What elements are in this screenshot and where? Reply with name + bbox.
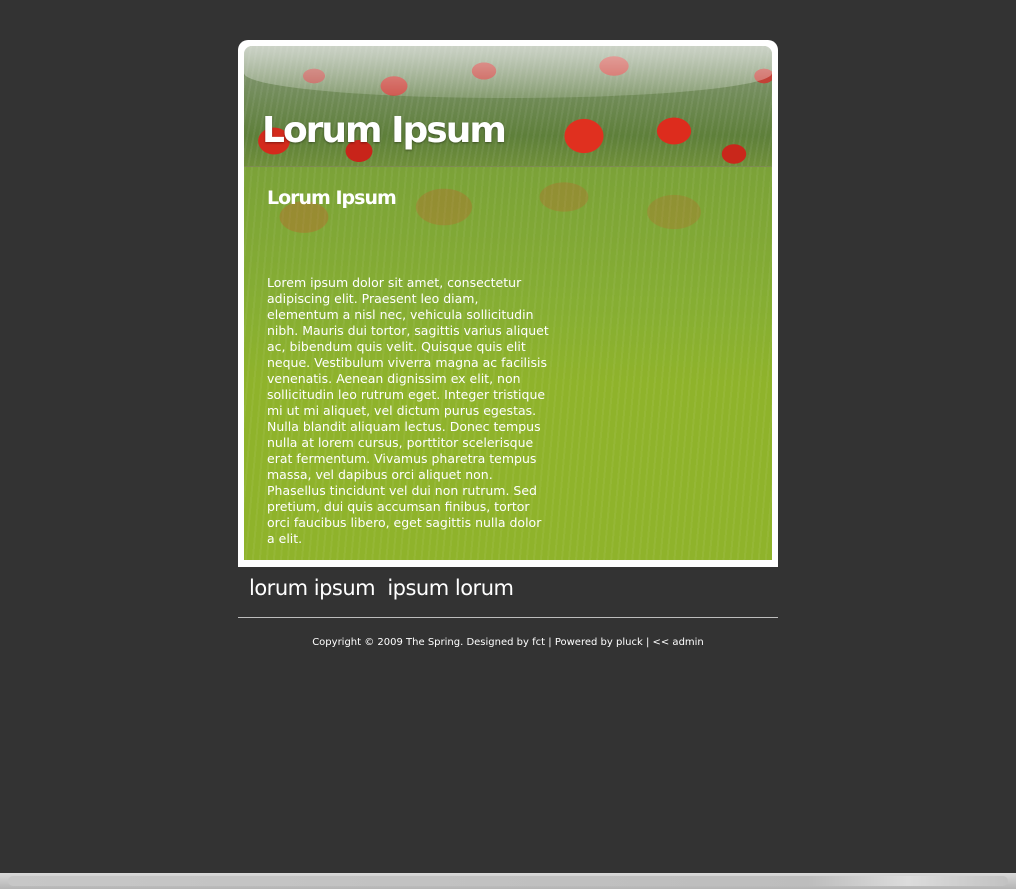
- scrollbar-thumb[interactable]: [8, 876, 1008, 886]
- main-frame: Lorum Ipsum Lorum Ipsum Lorem ipsum dolo…: [238, 40, 778, 567]
- pluck-link[interactable]: pluck: [616, 637, 643, 648]
- powered-by-text: Powered by: [554, 637, 613, 648]
- horizontal-scrollbar[interactable]: [0, 873, 1016, 889]
- copyright-text: Copyright © 2009 The Spring. Designed by: [312, 637, 529, 648]
- nav-item-ipsum-lorum[interactable]: ipsum lorum: [387, 576, 514, 600]
- designer-link[interactable]: fct: [532, 637, 545, 648]
- nav-item-lorum-ipsum[interactable]: lorum ipsum: [249, 576, 376, 600]
- main-nav: lorum ipsum ipsum lorum: [249, 576, 519, 600]
- content-heading: Lorum Ipsum: [267, 187, 397, 209]
- header-banner: Lorum Ipsum: [244, 46, 772, 166]
- divider: [238, 617, 778, 618]
- content-body: Lorem ipsum dolor sit amet, consectetur …: [267, 275, 549, 546]
- site-title[interactable]: Lorum Ipsum: [262, 110, 507, 151]
- footer-separator: |: [645, 637, 650, 648]
- content-area: Lorum Ipsum Lorem ipsum dolor sit amet, …: [244, 166, 772, 560]
- footer-separator: |: [548, 637, 552, 648]
- footer: Copyright © 2009 The Spring. Designed by…: [238, 637, 778, 648]
- page: Lorum Ipsum Lorum Ipsum Lorem ipsum dolo…: [0, 0, 1016, 889]
- admin-link[interactable]: << admin: [653, 637, 704, 648]
